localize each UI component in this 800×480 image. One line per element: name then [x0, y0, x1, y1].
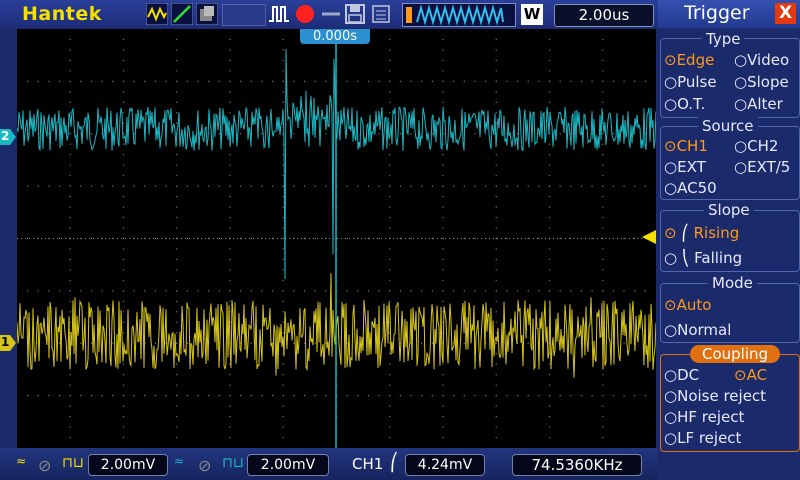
slope-option-rising[interactable]: ⊙ ⎛ Rising: [664, 224, 739, 242]
option-label: AC50: [677, 179, 717, 197]
print-icon[interactable]: [370, 3, 392, 25]
source-header: Source: [698, 117, 758, 135]
ch2-bw-limit-icon[interactable]: ⊘: [198, 456, 211, 475]
source-option-ch2[interactable]: ○CH2: [734, 137, 778, 155]
vector-display-icon[interactable]: [171, 3, 193, 25]
option-label: Video: [747, 51, 790, 69]
waveform-canvas: [16, 29, 657, 448]
link-icon[interactable]: [320, 3, 342, 25]
trigger-panel-title-bar: Trigger X: [658, 0, 800, 28]
ch1-position-marker[interactable]: 1: [0, 335, 16, 351]
ch2-invert-icon[interactable]: ⊓⊔: [222, 455, 244, 471]
ch1-marker-label: 1: [1, 335, 10, 349]
mode-option-normal[interactable]: ○Normal: [664, 321, 731, 339]
option-label: Auto: [676, 296, 712, 314]
type-header: Type: [702, 30, 745, 48]
frequency-display: 74.5360KHz: [512, 454, 642, 476]
window-mode-button[interactable]: W: [521, 4, 543, 25]
coupling-option-dc[interactable]: ○DC: [664, 366, 699, 384]
trigger-level-display[interactable]: 4.24mV: [405, 454, 485, 476]
option-label: EXT/5: [747, 158, 791, 176]
source-option-ac50[interactable]: ○AC50: [664, 179, 717, 197]
waveform-screen[interactable]: 0.000s: [16, 29, 657, 448]
option-label: Falling: [694, 249, 743, 267]
source-option-ch1[interactable]: ⊙CH1: [664, 137, 708, 155]
falling-edge-icon: ⎝: [681, 249, 690, 267]
trigger-level-marker[interactable]: [642, 229, 656, 244]
slope-option-falling[interactable]: ○ ⎝ Falling: [664, 249, 742, 267]
mode-header: Mode: [708, 274, 757, 292]
trigger-panel: Trigger X Type ⊙Edge ○Video ○Pulse ○Slop…: [658, 0, 800, 480]
option-label: CH1: [676, 137, 708, 155]
type-option-edge[interactable]: ⊙Edge: [664, 51, 714, 69]
type-option-ot[interactable]: ○O.T.: [664, 95, 705, 113]
option-label: HF reject: [677, 408, 745, 426]
option-label: Pulse: [677, 73, 717, 91]
ch1-volts-div[interactable]: 2.00mV: [88, 454, 168, 476]
bottom-status-bar: ≈ ⊘ ⊓⊔ 2.00mV ≈ ⊘ ⊓⊔ 2.00mV CH1 ⎛ 4.24mV…: [0, 448, 658, 480]
status-slot: [222, 4, 266, 26]
type-option-video[interactable]: ○Video: [734, 51, 789, 69]
top-toolbar: Hantek W 2.00us: [0, 0, 658, 28]
memory-waveform-icon: [406, 4, 504, 26]
rising-edge-icon: ⎛: [390, 453, 399, 473]
record-icon[interactable]: [294, 3, 316, 25]
option-label: O.T.: [677, 95, 706, 113]
ch2-marker-label: 2: [1, 129, 10, 143]
type-option-alter[interactable]: ○Alter: [734, 95, 783, 113]
coupling-header: Coupling: [690, 345, 780, 363]
ch2-position-marker[interactable]: 2: [0, 129, 16, 145]
mode-option-auto[interactable]: ⊙Auto: [664, 296, 711, 314]
option-label: Slope: [747, 73, 789, 91]
option-label: Normal: [677, 321, 732, 339]
coupling-option-hf-reject[interactable]: ○HF reject: [664, 408, 744, 426]
coupling-option-lf-reject[interactable]: ○LF reject: [664, 429, 741, 447]
source-option-ext5[interactable]: ○EXT/5: [734, 158, 790, 176]
trigger-panel-title: Trigger: [684, 2, 750, 24]
option-label: EXT: [677, 158, 706, 176]
option-label: CH2: [747, 137, 779, 155]
source-option-ext[interactable]: ○EXT: [664, 158, 706, 176]
memory-depth-indicator[interactable]: [402, 3, 516, 27]
option-label: Rising: [693, 224, 740, 242]
slope-header: Slope: [704, 201, 754, 219]
trigger-source-label[interactable]: CH1: [352, 455, 383, 473]
close-button[interactable]: X: [775, 3, 796, 24]
ch1-bw-limit-icon[interactable]: ⊘: [38, 456, 51, 475]
waveform-display-icon[interactable]: [146, 3, 168, 25]
ch1-invert-icon[interactable]: ⊓⊔: [62, 455, 84, 471]
save-icon[interactable]: [344, 3, 366, 25]
brand-logo: Hantek: [22, 3, 102, 25]
rising-edge-icon: ⎛: [681, 224, 689, 242]
option-label: DC: [677, 366, 700, 384]
option-label: Alter: [747, 95, 783, 113]
pulse-trigger-icon[interactable]: [268, 3, 290, 25]
option-label: Edge: [676, 51, 715, 69]
ch1-ac-coupling-icon[interactable]: ≈: [16, 454, 26, 468]
type-option-pulse[interactable]: ○Pulse: [664, 73, 717, 91]
ch2-ac-coupling-icon[interactable]: ≈: [174, 454, 184, 468]
persistence-icon[interactable]: [196, 3, 218, 25]
coupling-option-noise-reject[interactable]: ○Noise reject: [664, 387, 766, 405]
type-option-slope[interactable]: ○Slope: [734, 73, 789, 91]
trigger-time-label[interactable]: 0.000s: [300, 29, 370, 44]
option-label: LF reject: [677, 429, 742, 447]
coupling-option-ac[interactable]: ⊙AC: [734, 366, 767, 384]
option-label: Noise reject: [677, 387, 767, 405]
time-base-display[interactable]: 2.00us: [554, 4, 654, 27]
option-label: AC: [746, 366, 768, 384]
ch2-volts-div[interactable]: 2.00mV: [247, 454, 329, 476]
